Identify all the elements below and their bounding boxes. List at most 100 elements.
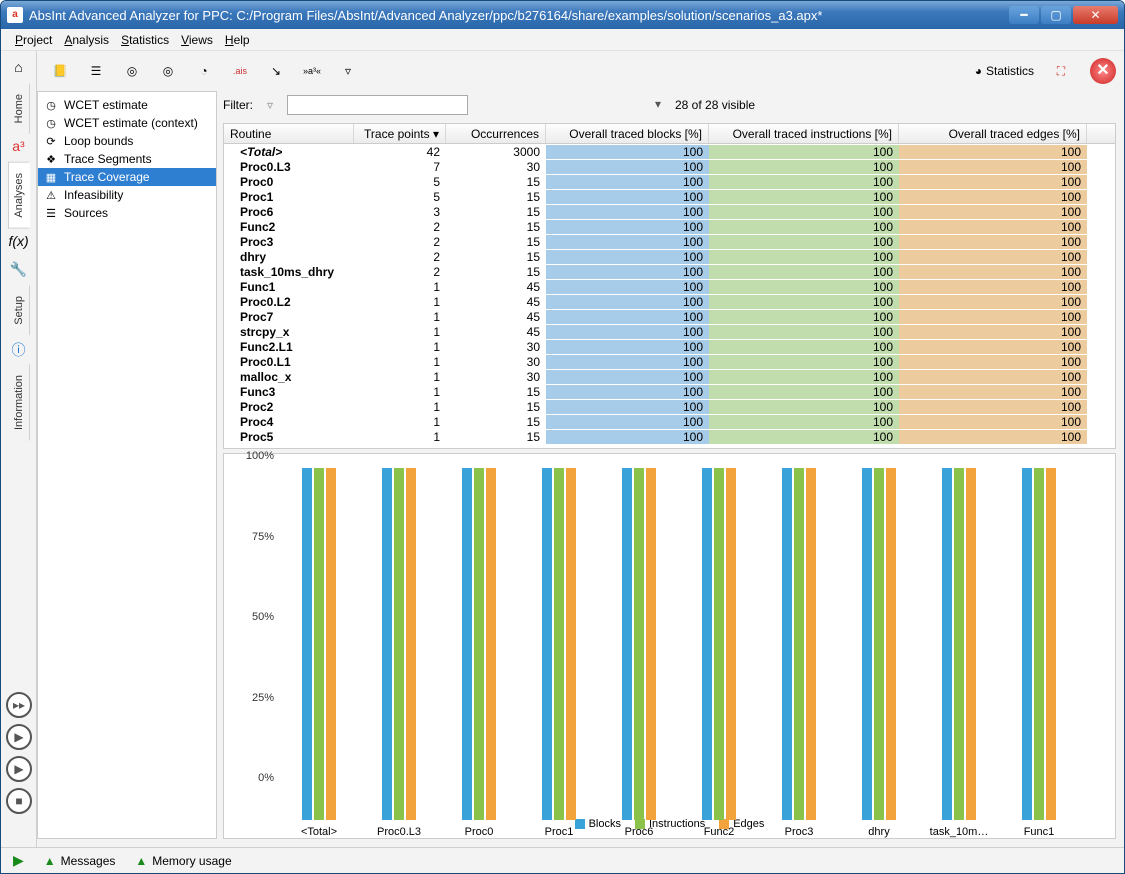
tree-item-wcet-estimate[interactable]: ◷WCET estimate [38,96,216,114]
th-3[interactable]: Overall traced blocks [%] [546,124,709,143]
tool-ais-icon[interactable]: .ais [225,56,255,86]
tool-list-icon[interactable]: ☰ [81,56,111,86]
bar-instructions [554,468,564,820]
menu-views[interactable]: Views [181,33,213,47]
table-row[interactable]: Proc3215100100100 [224,234,1115,249]
ytick: 100% [246,450,274,462]
setup-icon[interactable]: 🔧 [9,261,29,281]
play-button[interactable]: ▶ [6,724,32,750]
run-icon[interactable]: ▶ [13,852,24,869]
th-1[interactable]: Trace points ▾ [354,124,446,143]
table-row[interactable]: Proc6315100100100 [224,204,1115,219]
bar-group: Func2 [702,468,736,820]
vtab-home[interactable]: Home [8,83,30,134]
tree-item-trace-segments[interactable]: ❖Trace Segments [38,150,216,168]
tool-funnel-icon[interactable]: ▿ [333,56,363,86]
bar-blocks [782,468,792,820]
coverage-table: RoutineTrace points ▾OccurrencesOverall … [223,123,1116,449]
close-panel-button[interactable]: ✕ [1090,58,1116,84]
analyses-icon[interactable]: a³ [9,138,29,158]
table-row[interactable]: <Total>423000100100100 [224,144,1115,159]
minimize-button[interactable]: ━ [1009,6,1039,24]
tree-item-loop-bounds[interactable]: ⟳Loop bounds [38,132,216,150]
tree-item-infeasibility[interactable]: ⚠Infeasibility [38,186,216,204]
ytick: 25% [252,692,274,704]
bar-edges [406,468,416,820]
table-row[interactable]: Proc1515100100100 [224,189,1115,204]
tool-pie-icon[interactable]: ◔ [189,56,219,86]
tool-graph1-icon[interactable]: ◎ [117,56,147,86]
vtab-information[interactable]: Information [8,364,30,441]
fx-icon[interactable]: f(x) [9,233,29,253]
step-button[interactable]: ▸▸ [6,692,32,718]
bar-group: dhry [862,468,896,820]
menu-help[interactable]: Help [225,33,250,47]
tree-item-sources[interactable]: ☰Sources [38,204,216,222]
table-row[interactable]: Proc0515100100100 [224,174,1115,189]
table-row[interactable]: dhry215100100100 [224,249,1115,264]
table-row[interactable]: Func2215100100100 [224,219,1115,234]
tree-icon: ◷ [44,117,58,130]
funnel-icon: ▿ [261,96,279,114]
table-row[interactable]: Proc0.L1130100100100 [224,354,1115,369]
table-row[interactable]: malloc_x130100100100 [224,369,1115,384]
xlabel: Proc1 [545,826,574,838]
tool-arrow-icon[interactable]: ↘ [261,56,291,86]
tool-notes-icon[interactable]: 📒 [45,56,75,86]
bar-instructions [794,468,804,820]
tree-icon: ❖ [44,153,58,166]
xlabel: Func2 [704,826,735,838]
tool-a3-icon[interactable]: »a³« [297,56,327,86]
xlabel: task_10m… [930,826,989,838]
info-icon[interactable]: ⓘ [9,340,29,360]
bar-edges [966,468,976,820]
window-close-button[interactable]: ✕ [1073,6,1118,24]
home-icon[interactable]: ⌂ [9,59,29,79]
th-4[interactable]: Overall traced instructions [%] [709,124,899,143]
vtab-setup[interactable]: Setup [8,285,30,336]
play-all-button[interactable]: ▶ [6,756,32,782]
table-row[interactable]: Proc0.L2145100100100 [224,294,1115,309]
table-row[interactable]: strcpy_x145100100100 [224,324,1115,339]
bar-instructions [394,468,404,820]
xlabel: Proc0.L3 [377,826,421,838]
memory-button[interactable]: ▲Memory usage [135,854,231,868]
th-0[interactable]: Routine [224,124,354,143]
maximize-button[interactable]: ▢ [1041,6,1071,24]
menu-analysis[interactable]: Analysis [64,33,109,47]
tree-item-trace-coverage[interactable]: ▦Trace Coverage [38,168,216,186]
statistics-button[interactable]: ◕ Statistics [969,61,1040,81]
bar-instructions [634,468,644,820]
bar-edges [486,468,496,820]
bar-blocks [302,468,312,820]
filter-input[interactable] [287,95,468,115]
legend-swatch [575,819,585,829]
ytick: 75% [252,531,274,543]
bar-blocks [862,468,872,820]
app-icon: a [7,7,23,23]
stop-button[interactable]: ■ [6,788,32,814]
table-row[interactable]: Proc7145100100100 [224,309,1115,324]
table-row[interactable]: Func1145100100100 [224,279,1115,294]
table-row[interactable]: task_10ms_dhry215100100100 [224,264,1115,279]
tree-item-wcet-estimate-context-[interactable]: ◷WCET estimate (context) [38,114,216,132]
fullscreen-icon[interactable]: ⛶ [1046,56,1076,86]
table-row[interactable]: Func2.L1130100100100 [224,339,1115,354]
table-row[interactable]: Proc2115100100100 [224,399,1115,414]
ytick: 0% [258,772,274,784]
xlabel: Proc0 [465,826,494,838]
table-row[interactable]: Proc4115100100100 [224,414,1115,429]
menu-statistics[interactable]: Statistics [121,33,169,47]
vtab-analyses[interactable]: Analyses [8,162,30,229]
th-2[interactable]: Occurrences [446,124,546,143]
table-row[interactable]: Proc0.L3730100100100 [224,159,1115,174]
tool-graph2-icon[interactable]: ◎ [153,56,183,86]
th-5[interactable]: Overall traced edges [%] [899,124,1087,143]
menu-project[interactable]: Project [15,33,52,47]
bar-blocks [542,468,552,820]
messages-button[interactable]: ▲Messages [44,854,116,868]
table-row[interactable]: Proc5115100100100 [224,429,1115,444]
bar-edges [1046,468,1056,820]
bar-instructions [714,468,724,820]
table-row[interactable]: Func3115100100100 [224,384,1115,399]
